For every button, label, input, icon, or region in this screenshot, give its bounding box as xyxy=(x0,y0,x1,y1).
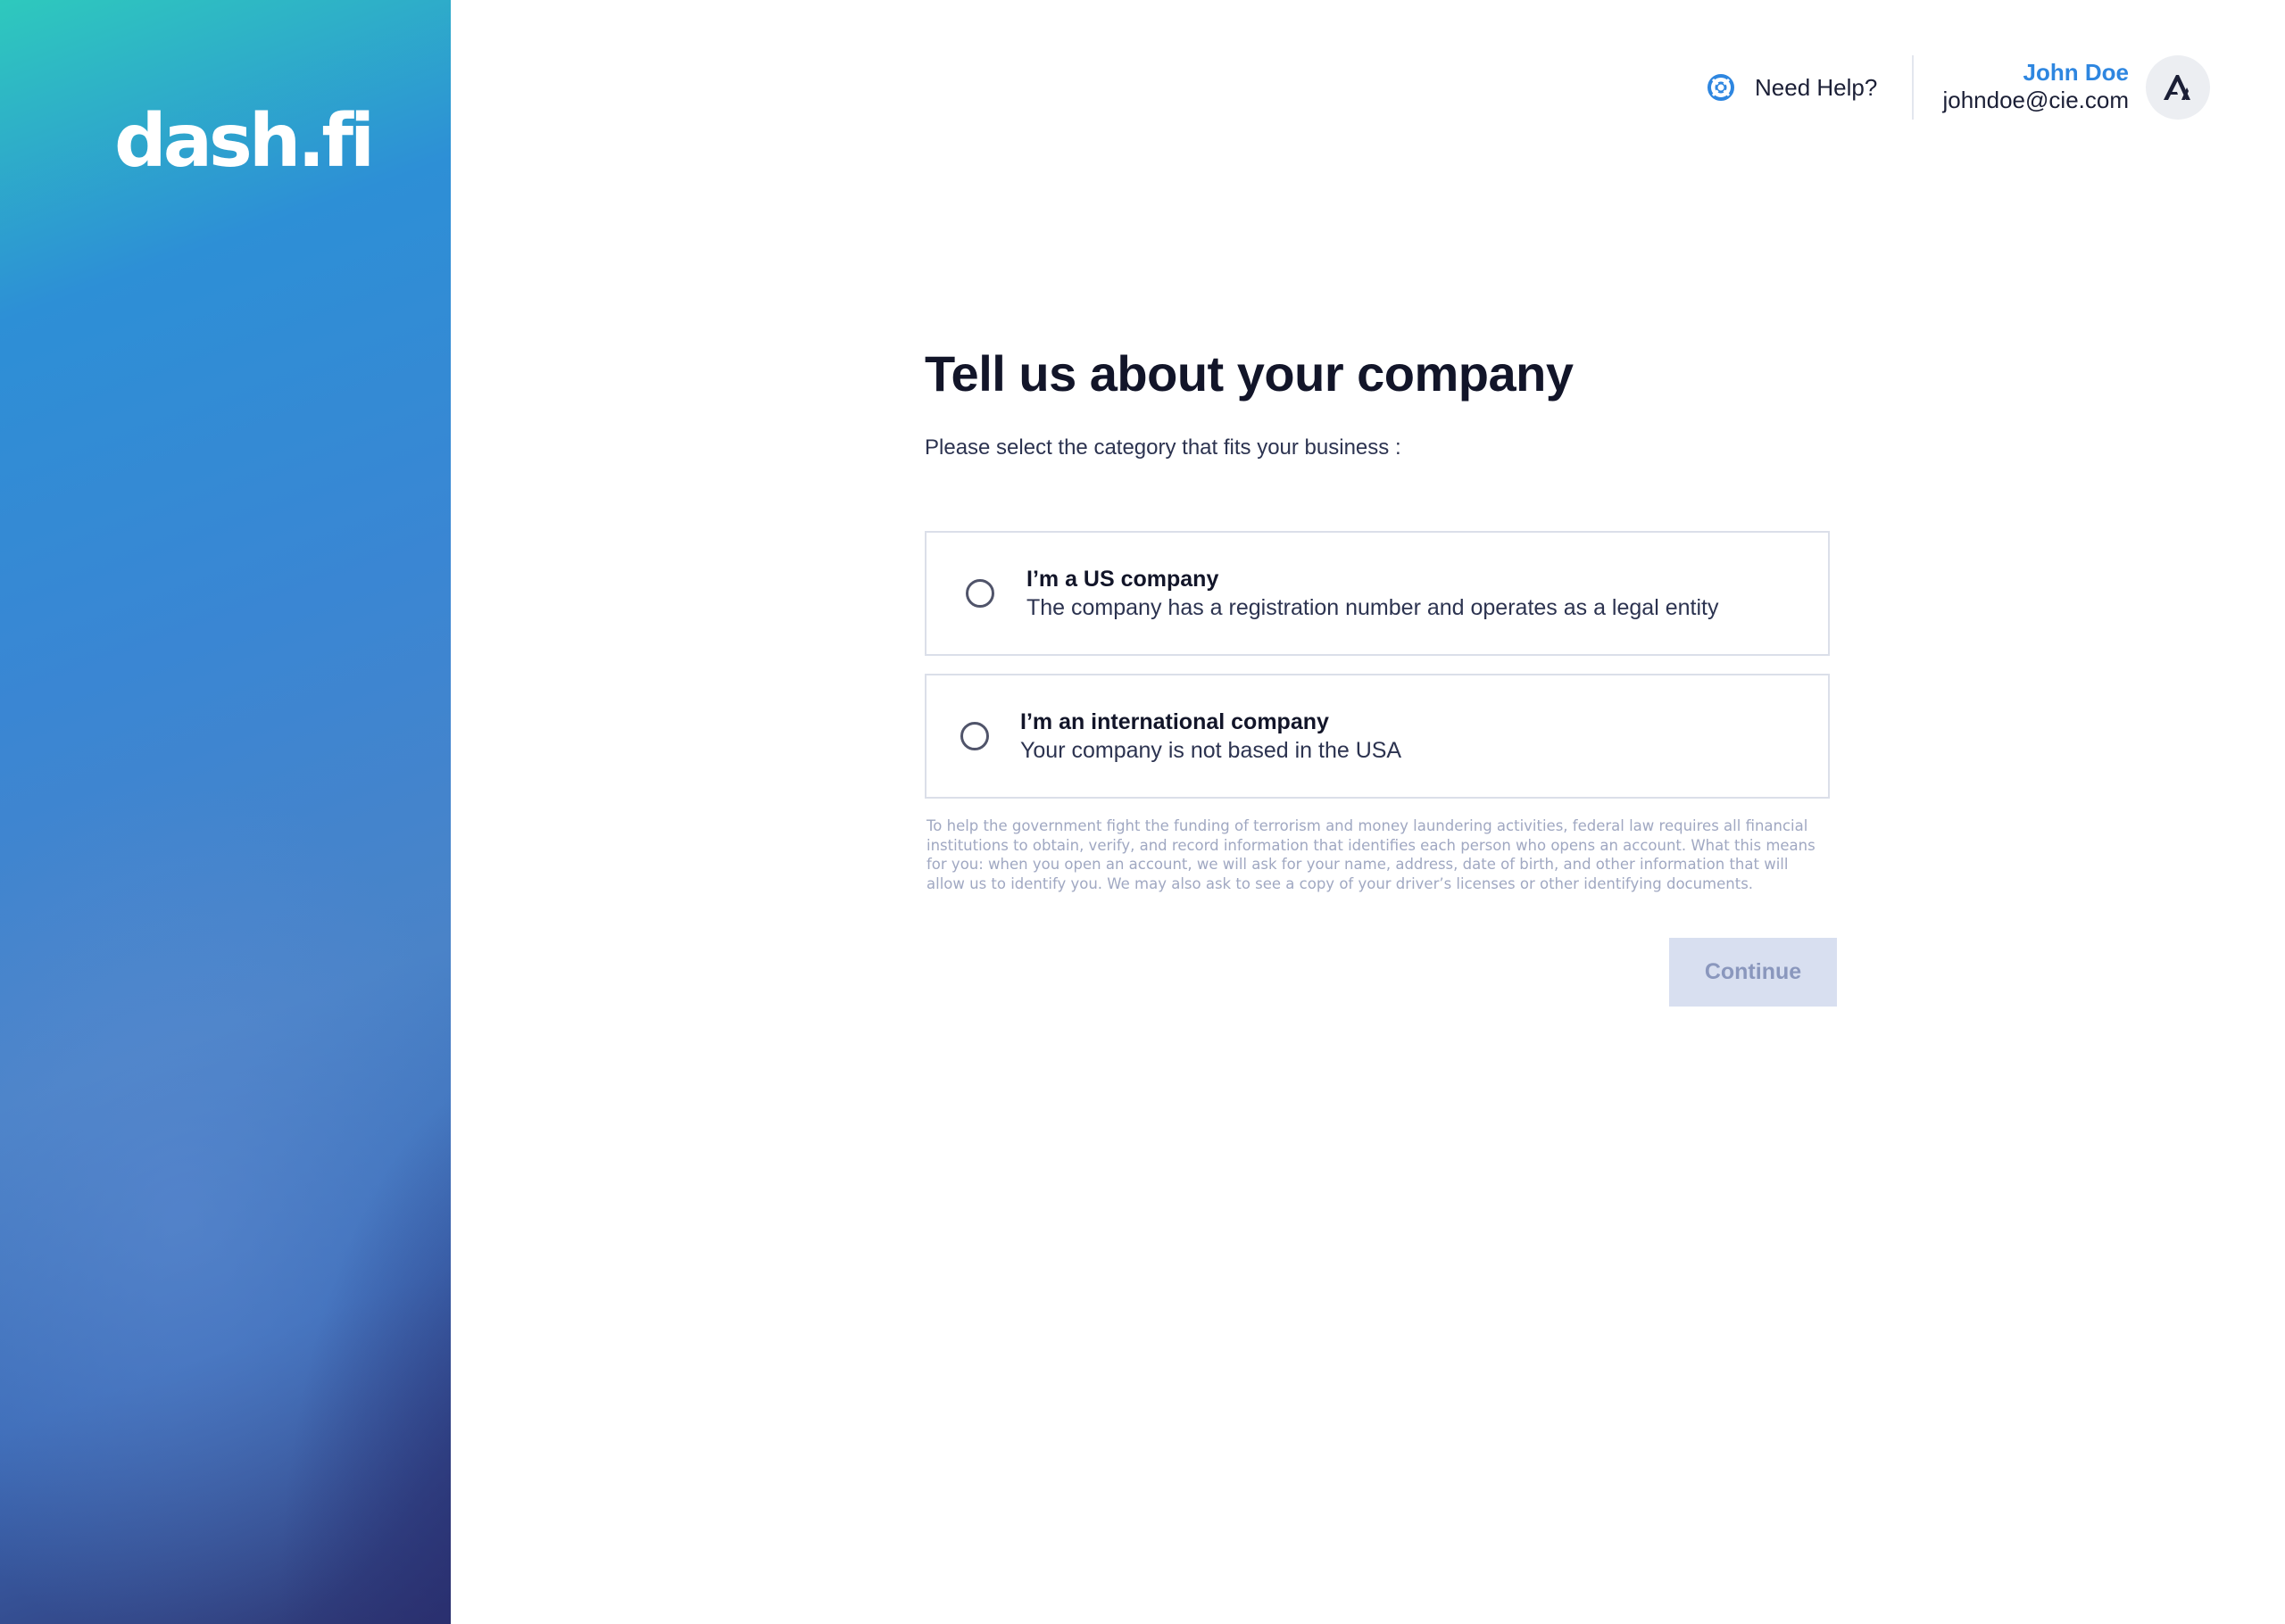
option-international-text: I’m an international company Your compan… xyxy=(1020,708,1401,765)
option-us-company[interactable]: I’m a US company The company has a regis… xyxy=(925,531,1830,656)
need-help-label: Need Help? xyxy=(1755,73,1878,101)
continue-button[interactable]: Continue xyxy=(1669,938,1837,1007)
dashfi-logo[interactable]: dash.fi xyxy=(114,105,375,178)
user-name: John Doe xyxy=(2023,59,2129,86)
user-avatar[interactable] xyxy=(2146,55,2210,120)
option-title: I’m a US company xyxy=(1026,567,1219,592)
radio-international-company[interactable] xyxy=(960,722,989,750)
user-info[interactable]: John Doe johndoe@cie.com xyxy=(1942,59,2129,114)
option-description: Your company is not based in the USA xyxy=(1020,738,1402,763)
option-title: I’m an international company xyxy=(1020,709,1329,734)
option-us-text: I’m a US company The company has a regis… xyxy=(1026,565,1718,622)
header-divider xyxy=(1912,55,1914,120)
radio-us-company[interactable] xyxy=(966,579,994,608)
user-email: johndoe@cie.com xyxy=(1942,87,2129,114)
option-description: The company has a registration number an… xyxy=(1026,595,1719,620)
brand-sidebar: dash.fi xyxy=(0,0,451,1624)
avatar-logo-icon xyxy=(2164,75,2190,100)
need-help-link[interactable]: Need Help? xyxy=(1707,73,1877,102)
lifebuoy-icon xyxy=(1708,74,1734,101)
legal-disclaimer: To help the government fight the funding… xyxy=(926,817,1816,892)
option-international-company[interactable]: I’m an international company Your compan… xyxy=(925,674,1830,799)
page-title: Tell us about your company xyxy=(925,345,1574,402)
page-subtitle: Please select the category that fits you… xyxy=(925,435,1401,460)
